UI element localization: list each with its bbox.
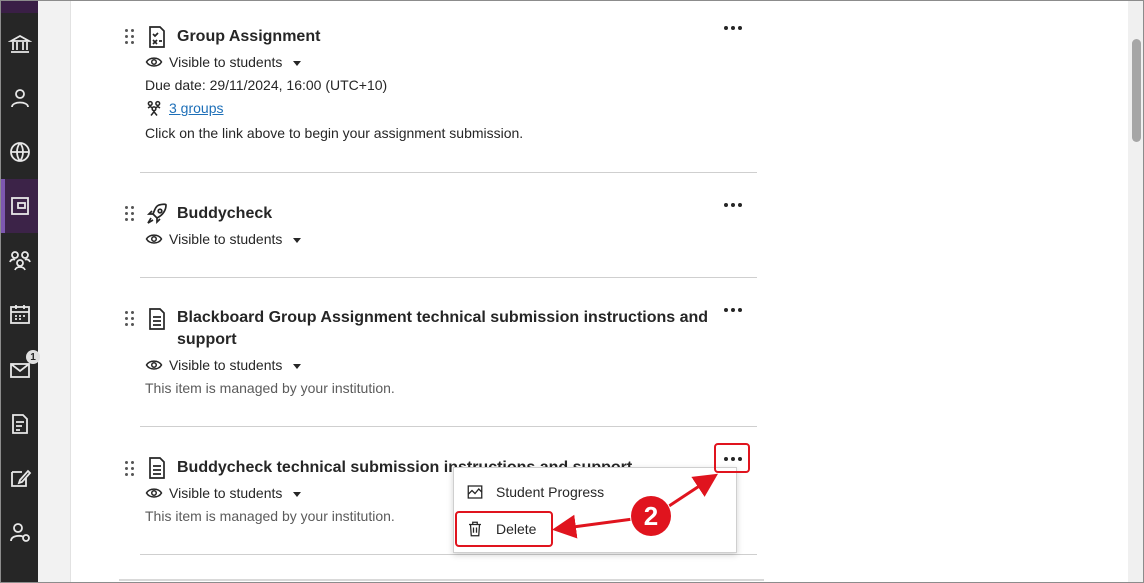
caret-down-icon [293,237,302,243]
eye-icon [145,360,163,370]
scrollbar-thumb[interactable] [1132,39,1141,142]
item-note: This item is managed by your institution… [145,380,395,396]
visibility-label: Visible to students [169,485,283,501]
item-title[interactable]: Blackboard Group Assignment technical su… [177,307,737,351]
profile-icon[interactable] [7,85,33,111]
groups-link[interactable]: 3 groups [169,100,223,116]
tools-icon[interactable] [7,519,33,545]
visibility-dropdown[interactable]: Visible to students [145,53,302,71]
visibility-dropdown[interactable]: Visible to students [145,484,302,502]
divider [140,277,757,278]
groups-icon[interactable] [7,247,33,273]
menu-item-label: Student Progress [496,484,605,500]
eye-icon [145,234,163,244]
caret-down-icon [293,491,302,497]
groups-row: 3 groups [145,99,223,117]
eye-icon [145,57,163,67]
window-frame: 1 Group Assignment Visible to students D… [0,0,1144,583]
eye-icon [145,488,163,498]
item-note: Click on the link above to begin your as… [145,125,524,141]
item-note: This item is managed by your institution… [145,508,395,524]
item-title-line1: Blackboard Group Assignment technical su… [177,309,709,326]
visibility-label: Visible to students [169,357,283,373]
drag-handle-icon[interactable] [125,311,135,327]
messages-badge: 1 [26,350,40,364]
progress-icon [467,485,483,499]
visibility-dropdown[interactable]: Visible to students [145,230,302,248]
document-icon [145,456,169,480]
more-options-button[interactable] [722,302,744,318]
right-empty-area [774,1,1128,582]
highlight-more-button [714,443,750,473]
more-options-button[interactable] [722,197,744,213]
institution-icon[interactable] [7,31,33,57]
assignment-icon [145,25,169,49]
calendar-icon[interactable] [7,301,33,327]
globe-icon[interactable] [7,139,33,165]
drag-handle-icon[interactable] [125,29,135,45]
item-title-line2: support [177,331,237,348]
bottom-divider [119,579,764,581]
drag-handle-icon[interactable] [125,206,135,222]
caret-down-icon [293,60,302,66]
visibility-dropdown[interactable]: Visible to students [145,356,302,374]
item-title[interactable]: Buddycheck [177,203,737,225]
caret-down-icon [293,363,302,369]
menu-item-student-progress[interactable]: Student Progress [466,478,604,506]
item-title[interactable]: Group Assignment [177,26,737,48]
drag-handle-icon[interactable] [125,461,135,477]
groups-icon [147,100,161,116]
divider [140,172,757,173]
courses-icon[interactable] [7,193,33,219]
due-date: Due date: 29/11/2024, 16:00 (UTC+10) [145,77,388,93]
divider [140,554,757,555]
more-options-button[interactable] [722,20,744,36]
visibility-label: Visible to students [169,54,283,70]
visibility-label: Visible to students [169,231,283,247]
assignments-icon[interactable] [7,465,33,491]
document-icon [145,307,169,331]
divider [140,426,757,427]
step-callout: 2 [631,496,671,536]
highlight-delete-item [455,511,553,547]
rocket-icon [145,202,169,226]
left-navigation: 1 [1,1,40,582]
grades-icon[interactable] [7,411,33,437]
nav-top-accent [1,1,38,13]
